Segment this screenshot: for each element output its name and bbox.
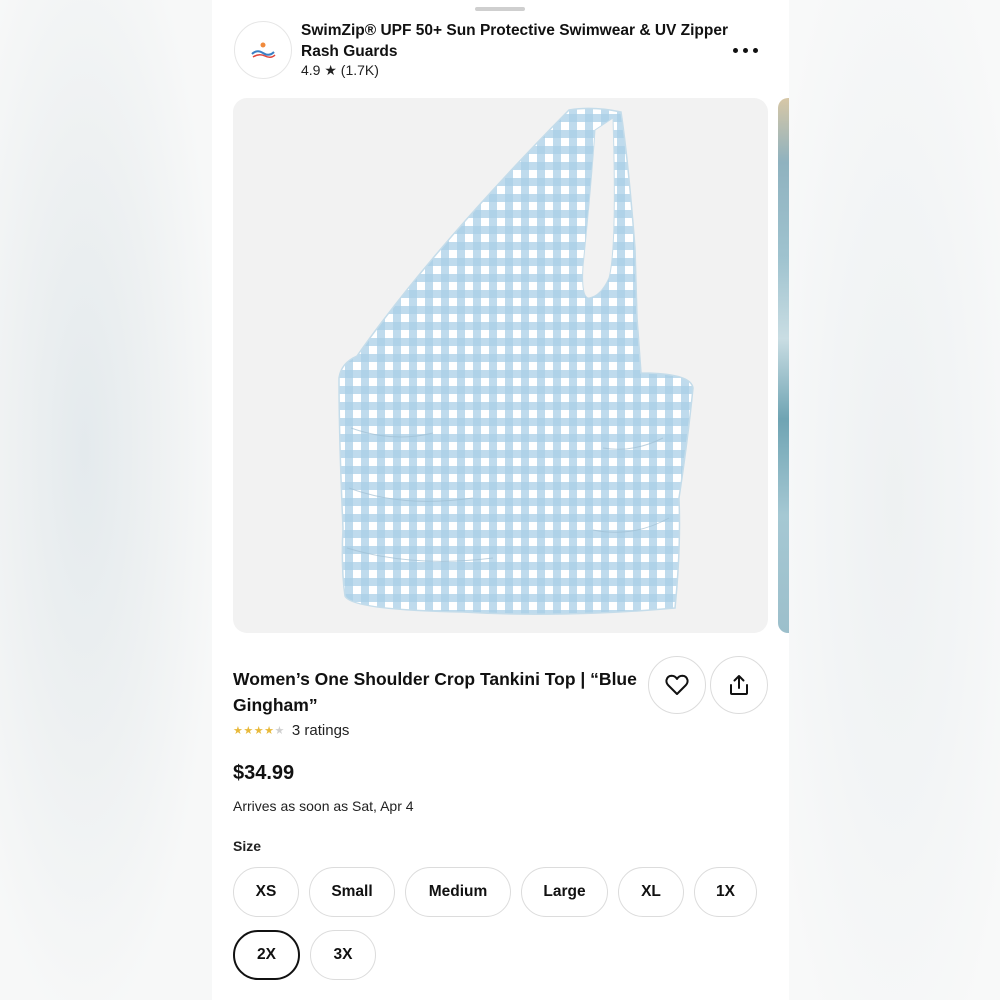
star-icon: ★ <box>264 724 274 737</box>
more-dot <box>752 47 758 53</box>
sheet-drag-handle[interactable] <box>475 7 525 11</box>
star-icon: ★ <box>274 724 285 737</box>
size-label: Size <box>233 838 262 854</box>
product-rating[interactable]: ★ ★ ★ ★ ★ 3 ratings <box>233 722 349 739</box>
background-blur-left <box>0 0 212 1000</box>
size-option-3x[interactable]: 3X <box>310 930 376 980</box>
star-icon: ★ <box>233 724 243 737</box>
size-option-1x[interactable]: 1X <box>694 867 757 917</box>
product-title: Women’s One Shoulder Crop Tankini Top | … <box>233 669 637 715</box>
arrival-estimate: Arrives as soon as Sat, Apr 4 <box>233 798 414 814</box>
size-option-2x[interactable]: 2X <box>233 930 300 980</box>
star-icon: ★ <box>253 724 264 737</box>
product-price: $34.99 <box>233 762 295 784</box>
store-logo[interactable] <box>234 21 292 79</box>
rating-stars: ★ ★ ★ ★ ★ <box>233 725 285 737</box>
favorite-button[interactable] <box>648 656 706 714</box>
product-sheet: SwimZip® UPF 50+ Sun Protective Swimwear… <box>212 0 789 1000</box>
ratings-count: 3 ratings <box>291 722 350 739</box>
tankini-top-image <box>338 107 694 615</box>
store-name[interactable]: SwimZip® UPF 50+ Sun Protective Swimwear… <box>301 20 731 62</box>
share-button[interactable] <box>710 656 768 714</box>
size-option-large[interactable]: Large <box>521 867 608 917</box>
more-options-button[interactable] <box>725 38 765 62</box>
store-logo-image <box>251 42 276 59</box>
background-blur-right <box>789 0 1000 1000</box>
more-horizontal-icon <box>732 47 738 53</box>
size-option-xs[interactable]: XS <box>233 867 299 917</box>
size-option-small[interactable]: Small <box>309 867 395 917</box>
size-option-medium[interactable]: Medium <box>405 867 511 917</box>
store-rating: 4.9 ★ (1.7K) <box>301 62 379 78</box>
more-dot <box>742 47 748 53</box>
heart-icon <box>665 674 689 695</box>
product-image[interactable] <box>233 98 768 633</box>
star-icon: ★ <box>243 724 254 737</box>
size-option-xl[interactable]: XL <box>618 867 684 917</box>
share-icon <box>730 675 748 695</box>
next-product-image-peek[interactable] <box>778 98 789 633</box>
